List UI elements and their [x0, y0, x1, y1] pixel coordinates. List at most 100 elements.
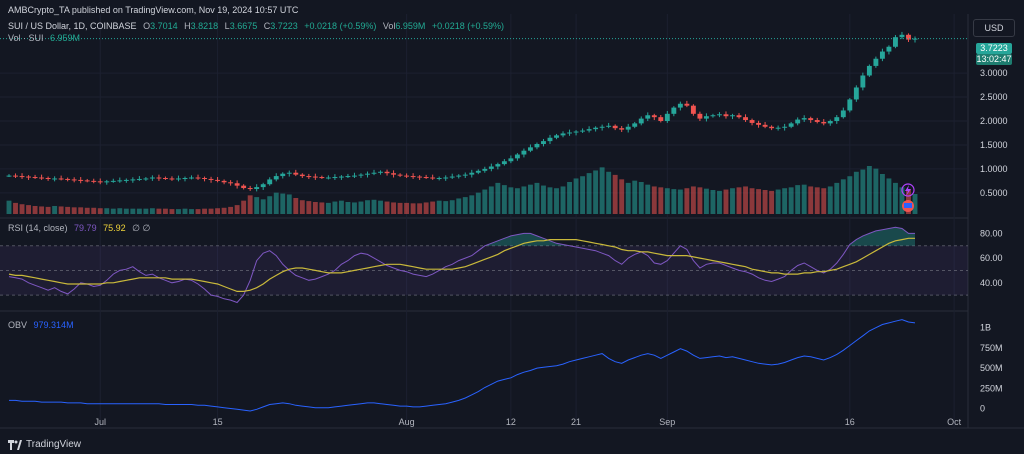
candle-body — [456, 175, 462, 177]
volume-bar — [195, 209, 201, 214]
volume-bar — [658, 187, 664, 214]
volume-bar — [397, 202, 403, 214]
candle-body — [19, 176, 25, 178]
candle-body — [325, 177, 331, 179]
volume-bar — [104, 208, 110, 214]
volume-bar — [514, 188, 520, 214]
volume-bar — [430, 201, 436, 214]
volume-bar — [730, 188, 735, 214]
volume-bar — [352, 202, 357, 214]
candle-body — [91, 180, 97, 182]
obv-axis-label: 0 — [980, 404, 985, 414]
candle-body — [801, 118, 807, 120]
currency-button[interactable]: USD — [973, 19, 1015, 37]
candle-body — [580, 130, 586, 132]
volume-bar — [886, 178, 892, 214]
candle-body — [45, 177, 51, 179]
candle-body — [430, 177, 436, 179]
volume-bar — [860, 169, 866, 214]
candle-body — [703, 116, 709, 119]
obv-axis-label: 1B — [980, 323, 991, 333]
candle-body — [136, 178, 142, 180]
volume-bar — [162, 208, 168, 214]
price-axis-label: 1.5000 — [980, 140, 1008, 150]
candle-body — [384, 171, 390, 174]
candle-body — [632, 123, 638, 127]
obv-legend[interactable]: OBV 979.314M — [8, 320, 74, 330]
candle-body — [690, 105, 696, 114]
volume-bar — [645, 184, 651, 214]
volume-bar — [684, 188, 690, 214]
rsi-axis-label: 40.00 — [980, 278, 1003, 288]
volume-bar — [423, 202, 429, 214]
volume-bar — [78, 207, 84, 214]
volume-bar — [541, 185, 546, 214]
volume-bar — [436, 200, 442, 214]
candle-body — [788, 123, 794, 127]
candle-body — [508, 158, 514, 162]
candle-body — [677, 103, 683, 108]
candle-body — [469, 172, 475, 175]
candle-body — [39, 177, 45, 179]
candle-body — [286, 172, 292, 174]
rsi-legend[interactable]: RSI (14, close) 79.79 75.92 ∅ ∅ — [8, 223, 150, 234]
chart-canvas[interactable]: Jul15Aug1221Sep16Oct1423Nov11253.00002.5… — [0, 0, 1024, 454]
volume-bar — [612, 174, 618, 214]
obv-legend-label: OBV — [8, 320, 28, 330]
candle-body — [391, 173, 397, 175]
candle-body — [345, 176, 351, 178]
candle-body — [71, 179, 77, 181]
volume-bar — [736, 187, 742, 214]
candle-body — [821, 121, 827, 124]
volume-bar — [827, 186, 833, 214]
volume-bar — [775, 189, 781, 214]
volume-bar — [756, 189, 762, 214]
volume-bar — [136, 208, 142, 214]
candle-body — [827, 121, 833, 124]
candle-body — [619, 128, 625, 130]
volume-bar — [593, 170, 599, 214]
candle-body — [397, 174, 403, 176]
candle-body — [110, 180, 116, 182]
volume-bar — [267, 196, 273, 214]
candle-body — [52, 178, 58, 180]
volume-bar — [879, 174, 885, 214]
candle-body — [521, 150, 527, 155]
volume-bar — [169, 209, 175, 214]
candle-body — [723, 114, 729, 117]
candle-body — [501, 161, 507, 165]
symbol-title[interactable]: SUI / US Dollar, 1D, COINBASE — [8, 21, 137, 31]
candle-body — [404, 175, 410, 177]
candle-body — [221, 180, 227, 183]
candle-body — [228, 182, 234, 184]
volume-bar — [873, 168, 879, 214]
candle-body — [573, 131, 579, 133]
volume-bar — [215, 208, 221, 214]
candle-body — [625, 126, 631, 130]
candle-body — [840, 110, 846, 118]
candle-body — [710, 115, 716, 117]
candle-body — [104, 181, 110, 183]
volume-bar — [527, 184, 533, 214]
volume-bar — [521, 186, 527, 214]
candle-body — [488, 166, 494, 169]
candle-body — [743, 117, 748, 121]
volume-bar — [332, 201, 338, 214]
x-tick-label: 21 — [571, 417, 581, 427]
candle-body — [97, 181, 103, 183]
candle-body — [332, 177, 338, 179]
tradingview-branding[interactable]: TradingView — [8, 439, 81, 450]
candle-body — [84, 180, 90, 182]
volume-bar — [247, 195, 253, 214]
price-axis-label: 2.0000 — [980, 116, 1008, 126]
volume-bar — [117, 208, 123, 214]
volume-legend[interactable]: Vol · SUI 6.959M — [8, 33, 80, 43]
price-axis-label: 2.5000 — [980, 92, 1008, 102]
obv-axis-label: 500M — [980, 363, 1003, 373]
candle-body — [189, 177, 194, 179]
candle-body — [365, 173, 370, 175]
volume-bar — [651, 186, 657, 214]
volume-bar — [769, 190, 775, 214]
volume-bar — [697, 187, 703, 214]
candle-body — [371, 172, 377, 174]
